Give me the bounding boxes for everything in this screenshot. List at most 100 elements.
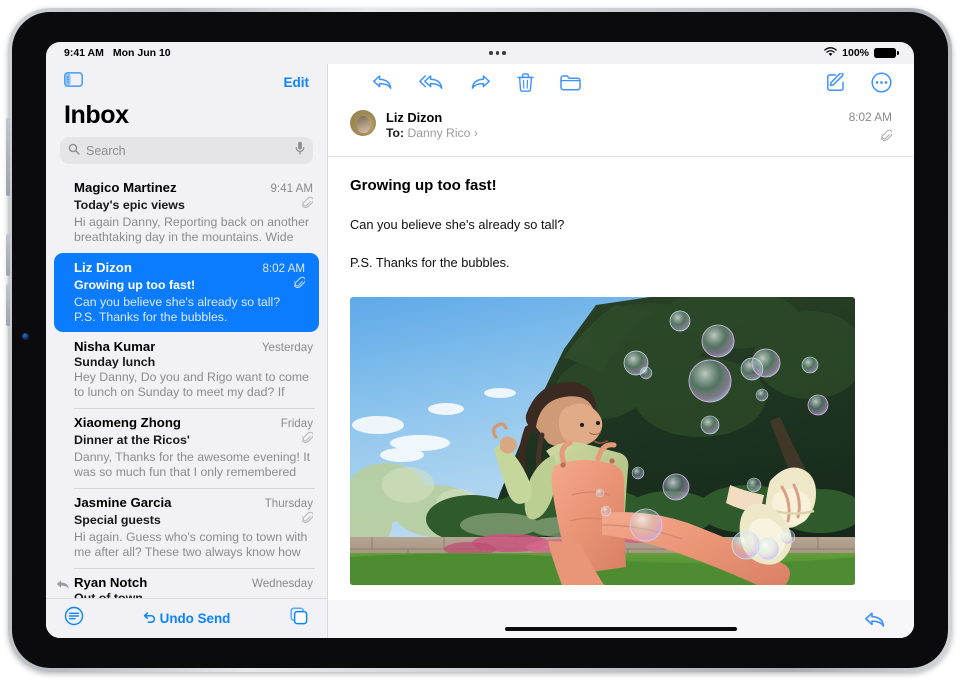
mail-item-subject: Special guests <box>74 513 161 527</box>
message-subject: Growing up too fast! <box>350 177 497 194</box>
mail-item-sender: Xiaomeng Zhong <box>74 415 181 430</box>
mail-list-item[interactable]: Ryan NotchWednesdayOut of townHowdy, nei… <box>46 568 327 598</box>
status-bar-left: 9:41 AM Mon Jun 10 <box>64 47 171 59</box>
mail-list-item[interactable]: Jasmine Garcia Thursday Special guests Hi a… <box>46 488 327 568</box>
mail-item-mid: Today's epic views <box>74 196 314 214</box>
mail-item-mid: Out of town <box>74 591 313 598</box>
message-paragraph: Can you believe she's already so tall? <box>350 217 565 232</box>
forward-icon[interactable] <box>470 73 491 91</box>
mail-item-preview: Danny, Thanks for the awesome evening! I… <box>74 450 311 481</box>
message-paragraph: P.S. Thanks for the bubbles. <box>350 255 510 270</box>
stack-copy-icon[interactable] <box>289 606 309 631</box>
undo-send-label: Undo Send <box>159 611 231 626</box>
paperclip-icon <box>301 511 314 529</box>
mail-item-top: Xiaomeng Zhong Friday <box>74 415 313 430</box>
mail-item-subject: Today's epic views <box>74 198 185 212</box>
message-recipient-line[interactable]: To: Danny Rico › <box>386 126 839 140</box>
mail-list-item[interactable]: Liz Dizon 8:02 AM Growing up too fast! Can … <box>54 253 319 332</box>
mail-item-sender: Ryan Notch <box>74 575 148 590</box>
mail-item-mid: Dinner at the Ricos' <box>74 431 314 449</box>
mail-item-time: Yesterday <box>261 341 313 354</box>
mail-item-subject: Sunday lunch <box>74 355 156 369</box>
mail-item-preview: Can you believe she's already so tall? P… <box>74 295 281 324</box>
message-body: Growing up too fast! Can you believe she… <box>328 157 914 600</box>
battery-percent-label: 100% <box>842 47 869 59</box>
status-bar: 9:41 AM Mon Jun 10 100% <box>46 42 914 64</box>
message-sender-name: Liz Dizon <box>386 110 443 125</box>
mail-item-preview: Hey Danny, Do you and Rigo want to come … <box>74 370 309 401</box>
search-icon <box>68 142 80 160</box>
mail-item-time: 8:02 AM <box>262 262 305 275</box>
message-toolbar <box>328 64 914 100</box>
mail-item-preview: Hi again Danny, Reporting back on anothe… <box>74 215 309 246</box>
mail-item-mid: Sunday lunch <box>74 355 313 369</box>
message-header: Liz Dizon To: Danny Rico › 8:02 AM <box>328 100 914 157</box>
filter-icon[interactable] <box>64 606 84 631</box>
more-circle-icon[interactable] <box>871 71 892 93</box>
mail-item-top: Nisha Kumar Yesterday <box>74 339 313 354</box>
sidebar-bottom-toolbar: Undo Send <box>46 598 327 638</box>
front-camera-icon <box>22 333 29 340</box>
status-bar-right: 100% <box>824 46 899 60</box>
edit-button[interactable]: Edit <box>284 75 310 90</box>
mail-item-top: Liz Dizon 8:02 AM <box>74 260 305 275</box>
girl-kicking-with-bubbles-photo[interactable] <box>350 297 855 585</box>
mail-item-time: Wednesday <box>251 577 313 590</box>
search-input[interactable]: Search <box>60 137 313 164</box>
recipient-name: Danny Rico <box>407 126 471 140</box>
status-time: 9:41 AM <box>64 47 104 59</box>
mail-list-item[interactable]: Nisha Kumar Yesterday Sunday lunch Hey Dann… <box>46 332 327 408</box>
mail-item-top: Magico Martinez 9:41 AM <box>74 180 313 195</box>
ipad-device-frame: 9:41 AM Mon Jun 10 100% Edit Inbox Searc… <box>6 8 952 672</box>
mail-item-sender: Magico Martinez <box>74 180 177 195</box>
volume-down-button[interactable] <box>6 284 10 326</box>
mailbox-sidebar: Edit Inbox Search Magico Martinez 9:41 A… <box>46 64 328 638</box>
mail-item-time: Thursday <box>264 497 313 510</box>
status-bar-center <box>171 51 825 55</box>
mail-item-subject: Growing up too fast! <box>74 278 196 292</box>
chevron-right-icon: › <box>473 126 478 140</box>
mail-item-mid: Growing up too fast! <box>74 276 306 294</box>
message-header-right: 8:02 AM <box>848 110 893 147</box>
microphone-icon[interactable] <box>295 141 305 160</box>
trash-icon[interactable] <box>517 72 534 92</box>
folder-icon[interactable] <box>560 74 581 91</box>
battery-full-icon <box>874 48 899 58</box>
mail-list[interactable]: Magico Martinez 9:41 AM Today's epic views… <box>46 173 327 598</box>
split-view: Edit Inbox Search Magico Martinez 9:41 A… <box>46 64 914 638</box>
mail-item-sender: Jasmine Garcia <box>74 495 172 510</box>
replied-arrow-icon <box>56 577 69 595</box>
to-label: To: <box>386 126 405 140</box>
multitasking-dots-icon[interactable] <box>489 51 506 55</box>
sidebar-nav-bar: Edit <box>46 64 327 100</box>
reply-icon[interactable] <box>864 610 886 629</box>
compose-icon[interactable] <box>826 72 845 92</box>
reply-icon[interactable] <box>372 73 393 91</box>
search-container: Search <box>46 137 327 173</box>
sender-block: Liz Dizon To: Danny Rico › <box>386 110 839 140</box>
search-placeholder: Search <box>86 143 126 158</box>
reply-all-icon[interactable] <box>419 73 444 91</box>
mail-item-mid: Special guests <box>74 511 314 529</box>
paperclip-icon <box>301 431 314 449</box>
sidebar-toggle-icon[interactable] <box>64 72 83 92</box>
mail-item-preview: Hi again. Guess who's coming to town wit… <box>74 530 308 561</box>
mail-item-subject: Out of town <box>74 591 143 598</box>
status-date: Mon Jun 10 <box>112 47 171 59</box>
mail-list-item[interactable]: Magico Martinez 9:41 AM Today's epic views… <box>46 173 327 253</box>
home-indicator[interactable] <box>505 627 737 631</box>
volume-up-button[interactable] <box>6 234 10 276</box>
avatar <box>350 110 376 136</box>
paperclip-icon <box>293 276 306 294</box>
undo-send-button[interactable]: Undo Send <box>143 611 231 626</box>
message-time: 8:02 AM <box>848 110 892 124</box>
mail-list-item[interactable]: Xiaomeng Zhong Friday Dinner at the Ricos'… <box>46 408 327 488</box>
mail-item-time: Friday <box>280 417 313 430</box>
mail-item-top: Ryan Notch Wednesday <box>74 575 313 590</box>
mail-item-top: Jasmine Garcia Thursday <box>74 495 313 510</box>
wifi-icon <box>824 46 837 60</box>
paperclip-icon <box>301 196 314 214</box>
mail-item-sender: Liz Dizon <box>74 260 132 275</box>
power-button[interactable] <box>6 118 10 196</box>
ipad-bezel: 9:41 AM Mon Jun 10 100% Edit Inbox Searc… <box>6 12 948 668</box>
